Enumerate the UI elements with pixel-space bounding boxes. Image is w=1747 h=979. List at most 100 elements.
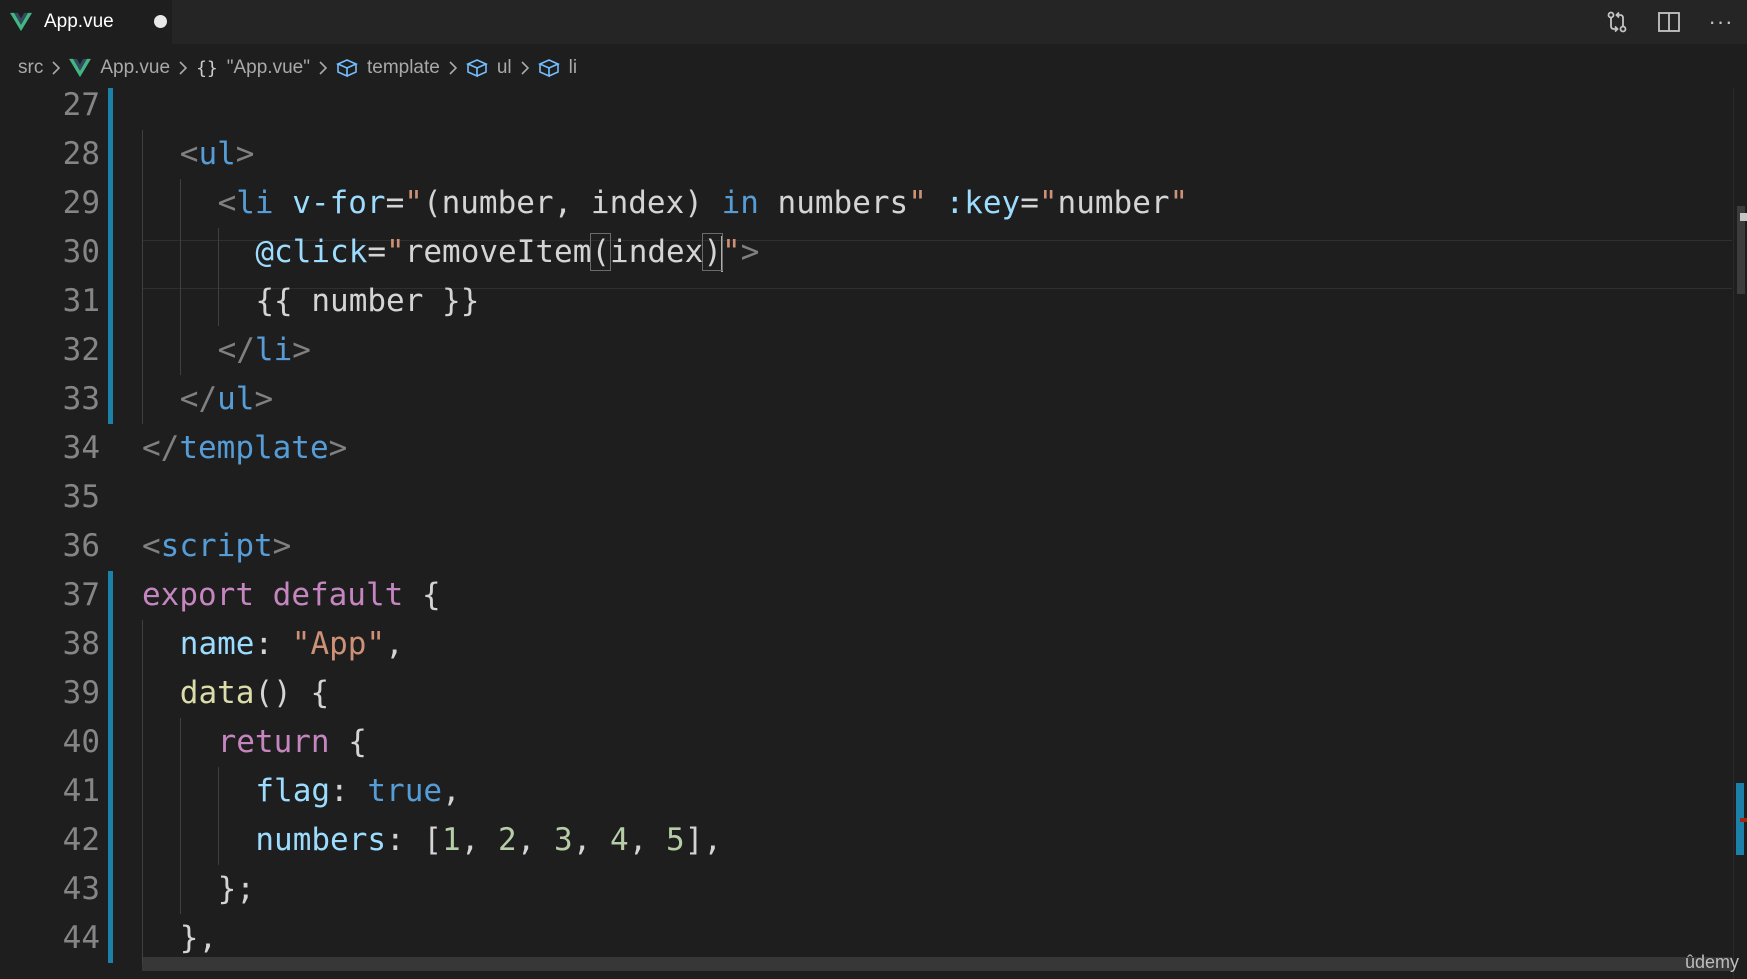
line-number: 44 (62, 920, 100, 956)
code-token: numbers (255, 822, 387, 858)
breadcrumb-item-module[interactable]: {} "App.vue" (196, 57, 336, 79)
code-token: > (254, 381, 274, 417)
code-token: : (330, 773, 368, 809)
code-token: 4 (610, 822, 629, 858)
breadcrumb-item-ul[interactable]: ul (465, 57, 538, 79)
code-token: 3 (554, 822, 573, 858)
code-token: removeItem (404, 234, 592, 270)
code-line: <li v-for="(number, index) in numbers" :… (218, 179, 1189, 228)
code-line: <ul> (180, 130, 255, 179)
editor-actions: ··· (1591, 0, 1747, 44)
code-token: , (572, 822, 611, 858)
split-editor-button[interactable] (1643, 0, 1695, 44)
open-changes-icon (1607, 11, 1627, 33)
line-number: 43 (62, 871, 100, 907)
code-token: in (721, 185, 759, 221)
code-token: = (385, 185, 405, 221)
code-token: , (460, 822, 499, 858)
line-number: 39 (62, 675, 100, 711)
git-modified-bar (108, 571, 113, 963)
code-token: </ (179, 381, 218, 417)
line-number: 32 (62, 332, 100, 368)
code-line: data() { (180, 669, 329, 718)
unsaved-dot-icon[interactable] (154, 15, 167, 28)
code-token: flag (255, 773, 331, 809)
breadcrumb-item-file[interactable]: App.vue (69, 57, 196, 79)
vue-file-icon (69, 58, 92, 78)
chevron-right-icon (51, 60, 61, 76)
code-line: @click="removeItem(index)"> (255, 228, 759, 277)
line-number: 27 (62, 88, 100, 123)
code-token: " (386, 234, 405, 270)
code-token: name (179, 626, 255, 662)
code-token: : [ (386, 822, 443, 858)
error-marker (1740, 818, 1747, 822)
code-line: </ul> (180, 375, 273, 424)
chevron-right-icon (520, 60, 530, 76)
code-token: > (272, 528, 292, 564)
code-token: , (516, 822, 555, 858)
code-token: }; (217, 871, 255, 907)
breadcrumb-item-li[interactable]: li (537, 57, 578, 79)
code-token: < (217, 185, 237, 221)
breadcrumb-label: li (568, 57, 578, 78)
line-number: 42 (62, 822, 100, 858)
breadcrumb-label: src (18, 57, 44, 78)
code-line: }, (180, 914, 217, 963)
code-token: ul (217, 381, 255, 417)
code-token: > (235, 136, 255, 172)
breadcrumb-item-template[interactable]: template (335, 57, 466, 79)
code-text-area[interactable]: <ul> <li v-for="(number, index) in number… (142, 88, 1722, 979)
line-number: 35 (62, 479, 100, 515)
code-token: </ (142, 430, 180, 466)
code-line: export default { (142, 571, 441, 620)
code-token: number (1057, 185, 1170, 221)
code-line: name: "App", (180, 620, 404, 669)
code-token: (number, index) (422, 185, 722, 221)
line-number: 34 (62, 430, 100, 466)
tab-bar: App.vue ··· (0, 0, 1747, 44)
code-token: true (367, 773, 443, 809)
code-token: { (329, 724, 367, 760)
code-token: 5 (666, 822, 685, 858)
code-token: " (722, 234, 741, 270)
code-token: return (217, 724, 330, 760)
code-token: > (292, 332, 311, 368)
udemy-watermark: ûdemy (1684, 952, 1739, 972)
code-token: ul (198, 136, 236, 172)
code-token: li (254, 332, 293, 368)
breadcrumb-item-src[interactable]: src (18, 57, 69, 79)
cursor-marker (1740, 213, 1747, 221)
more-actions-button[interactable]: ··· (1695, 0, 1747, 44)
line-number-gutter[interactable]: 27 28 29 30 31 32 33 34 35 36 37 38 39 40 41 42 43 44 (0, 88, 113, 979)
code-line: </li> (218, 326, 311, 375)
code-editor[interactable]: 27 28 29 30 31 32 33 34 35 36 37 38 39 40 41 42 43 44 <ul… (0, 88, 1747, 979)
tab-app-vue[interactable]: App.vue (0, 0, 172, 44)
code-token: v-for (292, 185, 386, 221)
code-token: 2 (498, 822, 517, 858)
code-token: default (272, 577, 404, 613)
horizontal-scrollbar[interactable] (142, 957, 1732, 971)
chevron-right-icon (318, 60, 328, 76)
split-editor-icon (1658, 12, 1680, 32)
code-token: "App" (291, 626, 386, 662)
code-line: </template> (142, 424, 347, 473)
code-token: = (367, 234, 387, 270)
vue-file-icon (10, 12, 32, 32)
overview-ruler[interactable] (1733, 88, 1747, 979)
braces-icon: {} (196, 57, 218, 79)
code-token: :key (945, 185, 1021, 221)
code-token: : (254, 626, 292, 662)
line-number: 36 (62, 528, 100, 564)
open-changes-button[interactable] (1591, 0, 1643, 44)
code-token: , (442, 773, 461, 809)
chevron-right-icon (178, 60, 188, 76)
code-line: numbers: [1, 2, 3, 4, 5], (255, 816, 722, 865)
code-token: , (628, 822, 667, 858)
code-token: 1 (442, 822, 461, 858)
code-token: li (236, 185, 274, 221)
line-number: 38 (62, 626, 100, 662)
tab-label: App.vue (44, 11, 114, 32)
line-number: 28 (62, 136, 100, 172)
